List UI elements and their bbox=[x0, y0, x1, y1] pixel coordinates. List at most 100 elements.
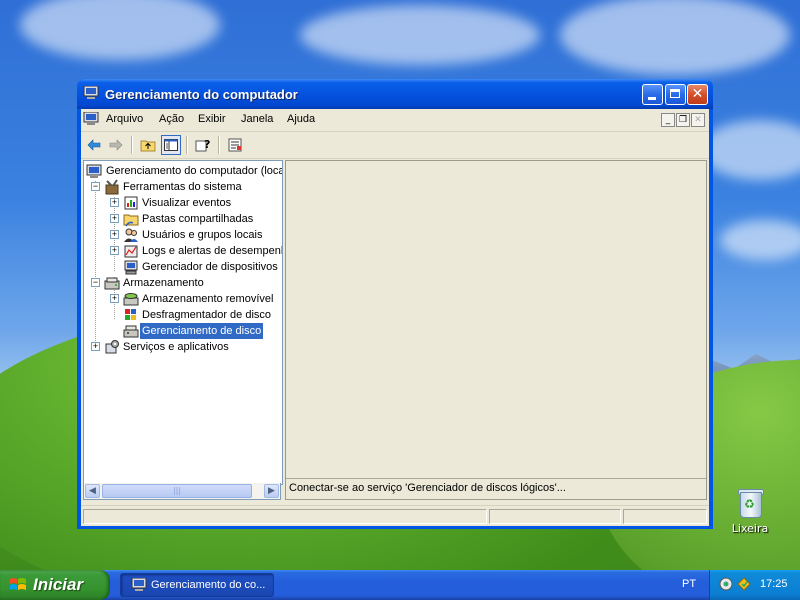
tree-node-label: Armazenamento removível bbox=[142, 293, 274, 305]
tree-node-storage[interactable]: − Armazenamento bbox=[89, 275, 279, 291]
details-status-area: Conectar-se ao serviço 'Gerenciador de d… bbox=[286, 478, 706, 499]
menu-janela[interactable]: Janela bbox=[241, 113, 273, 125]
collapse-toggle[interactable]: − bbox=[91, 182, 100, 191]
show-hide-tree-icon bbox=[164, 139, 178, 151]
taskbar-window-label: Gerenciamento do co... bbox=[151, 579, 266, 591]
up-folder-icon bbox=[140, 140, 156, 152]
forward-arrow-icon bbox=[109, 139, 123, 151]
tree-node-root[interactable]: Gerenciamento do computador (local bbox=[86, 163, 282, 179]
tree-node-removable-storage[interactable]: + Armazenamento removível bbox=[108, 291, 278, 307]
computer-management-icon bbox=[86, 164, 102, 178]
computer-icon bbox=[83, 86, 99, 99]
tree-node-label: Pastas compartilhadas bbox=[142, 213, 254, 225]
taskbar-window-button[interactable]: Gerenciamento do co... bbox=[120, 573, 274, 597]
tree-node-label: Desfragmentador de disco bbox=[142, 309, 272, 321]
close-button[interactable]: ✕ bbox=[687, 84, 708, 105]
disk-management-icon bbox=[123, 325, 139, 338]
start-button[interactable]: Iniciar bbox=[0, 570, 110, 600]
status-bar bbox=[81, 505, 709, 526]
toolbar: ? bbox=[81, 132, 709, 159]
defragmenter-icon bbox=[125, 309, 136, 320]
svg-text:?: ? bbox=[204, 138, 210, 151]
menu-bar: Arquivo Ação Exibir Janela Ajuda _ ❐ ✕ bbox=[81, 109, 709, 132]
mdi-close-button[interactable]: ✕ bbox=[691, 113, 705, 127]
status-segment bbox=[623, 509, 707, 524]
scroll-thumb[interactable]: ||| bbox=[102, 484, 252, 498]
tree-node-label: Gerenciamento do computador (local bbox=[106, 165, 283, 177]
users-groups-icon bbox=[124, 228, 138, 242]
system-tray: 17:25 bbox=[709, 570, 800, 600]
language-indicator[interactable]: PT bbox=[682, 578, 696, 590]
toolbar-separator bbox=[131, 136, 133, 154]
help-button[interactable]: ? bbox=[193, 135, 213, 155]
clock[interactable]: 17:25 bbox=[760, 578, 788, 590]
computer-icon[interactable] bbox=[83, 112, 99, 126]
cloud bbox=[560, 0, 790, 75]
details-pane[interactable]: Conectar-se ao serviço 'Gerenciador de d… bbox=[285, 160, 707, 500]
cloud bbox=[700, 120, 800, 180]
forward-button[interactable] bbox=[106, 135, 126, 155]
tree-node-defrag[interactable]: Desfragmentador de disco bbox=[108, 307, 278, 323]
scroll-left-button[interactable]: ◀ bbox=[85, 484, 100, 498]
tree-horizontal-scrollbar[interactable]: ◀ ||| ▶ bbox=[83, 483, 281, 500]
properties-button[interactable] bbox=[225, 135, 245, 155]
menu-acao[interactable]: Ação bbox=[159, 113, 184, 125]
event-viewer-icon bbox=[124, 196, 138, 210]
expand-toggle[interactable]: + bbox=[110, 214, 119, 223]
mdi-minimize-button[interactable]: _ bbox=[661, 113, 675, 127]
computer-icon bbox=[131, 578, 147, 591]
menu-exibir[interactable]: Exibir bbox=[198, 113, 226, 125]
toolbar-separator bbox=[218, 136, 220, 154]
collapse-toggle[interactable]: − bbox=[91, 278, 100, 287]
expand-toggle[interactable]: + bbox=[91, 342, 100, 351]
status-segment bbox=[489, 509, 621, 524]
recycle-bin-shortcut[interactable]: ♻ Lixeira bbox=[728, 486, 772, 535]
tree-node-system-tools[interactable]: − Ferramentas do sistema bbox=[89, 179, 279, 195]
mdi-controls: _ ❐ ✕ bbox=[660, 112, 705, 127]
shared-folder-icon bbox=[123, 214, 139, 227]
menu-ajuda[interactable]: Ajuda bbox=[287, 113, 315, 125]
storage-icon bbox=[104, 277, 120, 290]
cloud bbox=[20, 0, 220, 60]
title-bar[interactable]: Gerenciamento do computador ✕ bbox=[77, 79, 713, 109]
help-icon: ? bbox=[195, 138, 210, 152]
tree-node-device-manager[interactable]: Gerenciador de dispositivos bbox=[108, 259, 278, 275]
properties-icon bbox=[228, 138, 242, 152]
maximize-button[interactable] bbox=[665, 84, 686, 105]
expand-toggle[interactable]: + bbox=[110, 246, 119, 255]
device-manager-icon bbox=[124, 260, 138, 275]
tree-node-local-users[interactable]: + Usuários e grupos locais bbox=[108, 227, 278, 243]
status-segment bbox=[83, 509, 487, 524]
scroll-right-button[interactable]: ▶ bbox=[264, 484, 279, 498]
console-tree[interactable]: Gerenciamento do computador (local − Fer… bbox=[83, 160, 283, 485]
tree-node-perf-logs[interactable]: + Logs e alertas de desempenh bbox=[108, 243, 282, 259]
toolbar-separator bbox=[186, 136, 188, 154]
cloud bbox=[300, 5, 540, 65]
expand-toggle[interactable]: + bbox=[110, 230, 119, 239]
close-icon: ✕ bbox=[691, 86, 704, 102]
back-arrow-icon bbox=[87, 139, 101, 151]
show-hide-tree-button[interactable] bbox=[161, 135, 181, 155]
up-one-level-button[interactable] bbox=[138, 135, 158, 155]
system-tools-icon bbox=[105, 179, 119, 195]
network-icon[interactable] bbox=[719, 577, 733, 591]
menu-arquivo[interactable]: Arquivo bbox=[106, 113, 143, 125]
tree-node-event-viewer[interactable]: + Visualizar eventos bbox=[108, 195, 278, 211]
tree-node-disk-management[interactable]: Gerenciamento de disco bbox=[108, 323, 278, 339]
tree-node-services-apps[interactable]: + Serviços e aplicativos bbox=[89, 339, 279, 355]
tree-node-label: Visualizar eventos bbox=[142, 197, 232, 209]
tree-node-shared-folders[interactable]: + Pastas compartilhadas bbox=[108, 211, 278, 227]
window-title: Gerenciamento do computador bbox=[105, 87, 298, 102]
back-button[interactable] bbox=[84, 135, 104, 155]
expand-toggle[interactable]: + bbox=[110, 294, 119, 303]
cloud bbox=[720, 220, 800, 260]
recycle-bin-label: Lixeira bbox=[731, 522, 769, 535]
security-shield-icon[interactable] bbox=[737, 577, 751, 591]
tree-node-label: Gerenciador de dispositivos bbox=[142, 261, 278, 273]
tree-node-label: Armazenamento bbox=[123, 277, 204, 289]
window-client-area: Arquivo Ação Exibir Janela Ajuda _ ❐ ✕ ?… bbox=[81, 109, 709, 526]
mdi-restore-button[interactable]: ❐ bbox=[676, 113, 690, 127]
taskbar: Iniciar Gerenciamento do co... PT 17:25 bbox=[0, 570, 800, 600]
expand-toggle[interactable]: + bbox=[110, 198, 119, 207]
minimize-button[interactable] bbox=[642, 84, 663, 105]
